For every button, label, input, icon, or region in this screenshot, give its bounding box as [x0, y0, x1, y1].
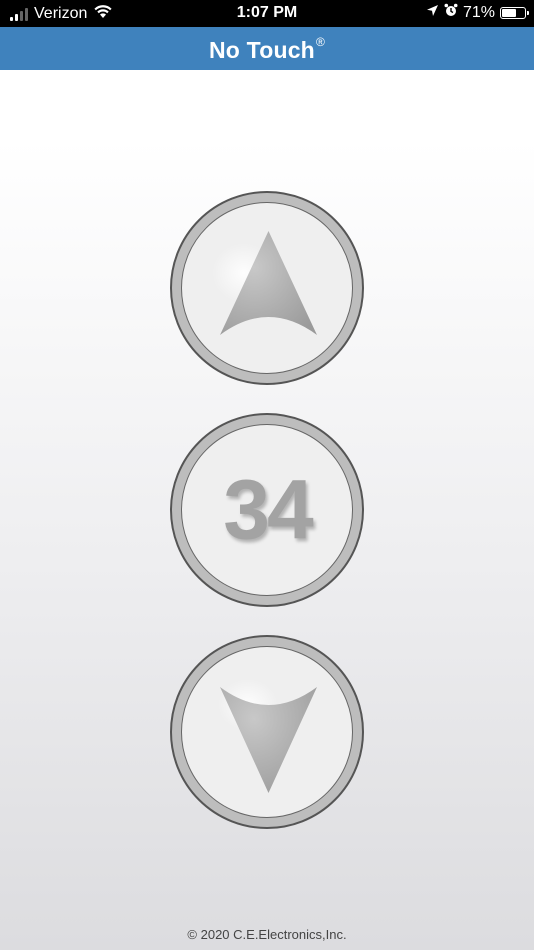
- alarm-icon: [444, 3, 458, 22]
- down-button-face: [181, 646, 353, 818]
- copyright-footer: © 2020 C.E.Electronics,Inc.: [187, 927, 347, 942]
- status-right: 71%: [426, 3, 529, 22]
- battery-percent: 71%: [462, 3, 495, 21]
- up-button[interactable]: [170, 191, 364, 385]
- nav-bar: No Touch®: [0, 27, 534, 70]
- floor-number: 34: [223, 462, 313, 557]
- nav-title: No Touch®: [209, 35, 325, 64]
- arrow-down-icon: [218, 679, 317, 793]
- registered-mark: ®: [315, 35, 325, 49]
- up-button-face: [181, 202, 353, 374]
- floor-display-face: 34: [181, 424, 353, 596]
- app-screen: Verizon 1:07 PM 71% No Touch® 34 © 2020 …: [0, 0, 534, 950]
- floor-display[interactable]: 34: [170, 413, 364, 607]
- battery-icon: [500, 6, 529, 19]
- status-bar: Verizon 1:07 PM 71%: [0, 0, 534, 27]
- nav-title-text: No Touch: [209, 37, 315, 63]
- arrow-up-icon: [212, 231, 317, 335]
- down-button[interactable]: [170, 635, 364, 829]
- location-icon: [426, 4, 439, 22]
